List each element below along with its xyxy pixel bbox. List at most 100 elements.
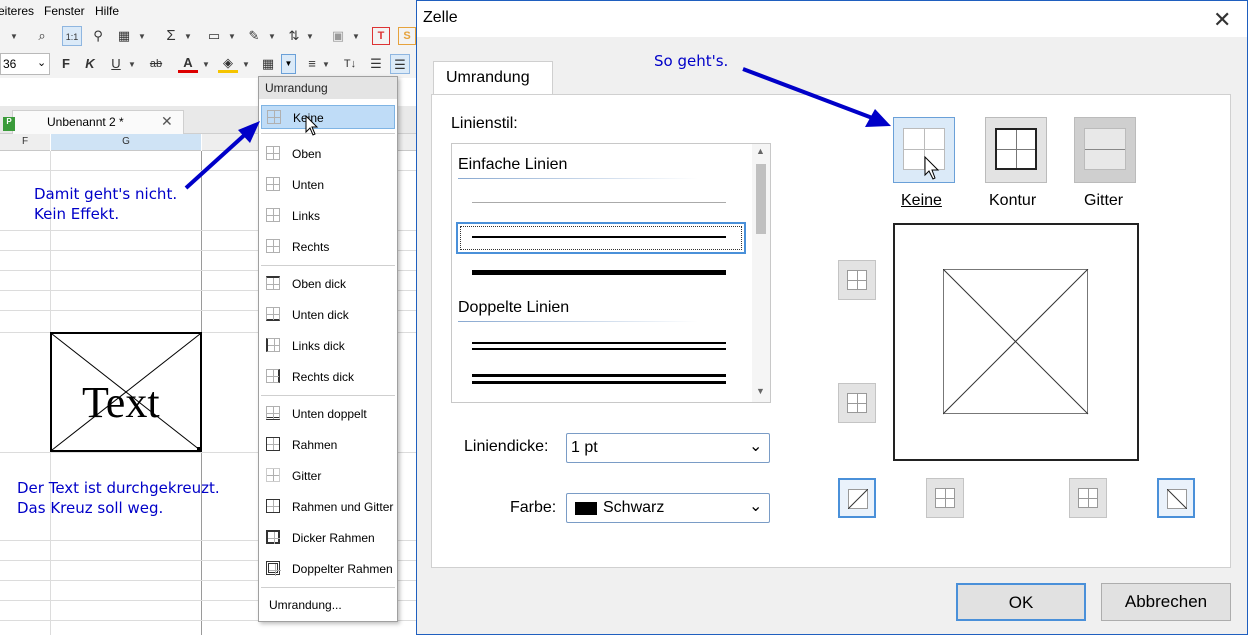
preset-outline-button[interactable] (985, 117, 1047, 183)
menu-item-rechts-dick[interactable]: Rechts dick (261, 365, 395, 389)
preset-grid-button[interactable] (1074, 117, 1136, 183)
border-horizontal-toggle[interactable] (1069, 478, 1107, 518)
diagonal-up-toggle[interactable] (838, 478, 876, 518)
menu-item-rechts[interactable]: Rechts (261, 235, 395, 259)
ok-button[interactable]: OK (956, 583, 1086, 621)
menu-item-links[interactable]: Links (261, 204, 395, 228)
chevron-down-icon[interactable]: ▼ (352, 32, 360, 41)
chevron-down-icon: ⌄ (37, 57, 47, 69)
text-box-icon[interactable]: T (372, 27, 390, 45)
menu-item-label: Gitter (292, 469, 322, 483)
scroll-up-icon[interactable]: ▲ (756, 146, 765, 156)
chevron-down-icon[interactable]: ▼ (138, 32, 146, 41)
menu-item-unten-doppelt[interactable]: Unten doppelt (261, 402, 395, 426)
menu-item-links-dick[interactable]: Links dick (261, 334, 395, 358)
shape-icon[interactable]: ▭ (204, 26, 224, 46)
edit-icon[interactable]: ✎ (244, 26, 264, 46)
diagonal-down-toggle[interactable] (1157, 478, 1195, 518)
border-preview[interactable] (893, 223, 1139, 461)
menu-item-rahmen[interactable]: Rahmen (261, 433, 395, 457)
border-top-toggle[interactable] (838, 260, 876, 300)
group-underline (458, 178, 698, 179)
border-inner-icon (847, 393, 867, 413)
line-style-hairline[interactable] (472, 202, 726, 203)
scrollbar[interactable]: ▲ ▼ (752, 144, 770, 402)
border-vertical-toggle[interactable] (926, 478, 964, 518)
chevron-down-icon[interactable]: ▼ (268, 32, 276, 41)
close-icon[interactable]: ✕ (161, 113, 173, 130)
borders-dropdown-button[interactable]: ▼ (281, 54, 296, 74)
menu-weiteres[interactable]: eiteres (0, 4, 34, 18)
menu-item-umrandung-dialog[interactable]: Umrandung... (261, 593, 395, 617)
border-middle-toggle[interactable] (838, 383, 876, 423)
align-left-icon[interactable]: ☰ (366, 54, 386, 74)
scrollbar-thumb[interactable] (756, 164, 766, 234)
menu-item-label: Rechts (292, 240, 330, 254)
sort-icon[interactable]: ⇅ (284, 26, 304, 46)
fill-handle[interactable] (197, 447, 202, 452)
chevron-down-icon[interactable]: ▼ (242, 60, 250, 69)
mouse-cursor-icon (924, 156, 940, 180)
chevron-down-icon[interactable]: ▼ (228, 32, 236, 41)
menu-item-doppelter-rahmen[interactable]: Doppelter Rahmen (261, 557, 395, 581)
group-underline (458, 321, 698, 322)
annotation-line: Der Text ist durchgekreuzt. (17, 479, 220, 497)
zoom-icon[interactable]: ⚲ (88, 26, 108, 46)
border-grid-icon (266, 468, 280, 482)
chevron-down-icon[interactable]: ▼ (184, 32, 192, 41)
table-icon[interactable]: ▦ (114, 26, 134, 46)
border-all-icon (266, 499, 280, 513)
preset-grid-label: Gitter (1084, 192, 1124, 209)
menu-item-oben[interactable]: Oben (261, 142, 395, 166)
text-direction-icon[interactable]: T↓ (340, 54, 360, 74)
scroll-down-icon[interactable]: ▼ (756, 386, 765, 396)
tab-umrandung[interactable]: Umrandung (433, 61, 553, 95)
menu-item-gitter[interactable]: Gitter (261, 464, 395, 488)
menu-item-rahmen-und-gitter[interactable]: Rahmen und Gitter (261, 495, 395, 519)
special-char-icon[interactable]: S (398, 27, 416, 45)
line-style-selected[interactable] (456, 222, 746, 254)
menu-item-dicker-rahmen[interactable]: Dicker Rahmen (261, 526, 395, 550)
font-color-icon[interactable]: A (178, 53, 198, 73)
menu-item-oben-dick[interactable]: Oben dick (261, 272, 395, 296)
menu-item-unten[interactable]: Unten (261, 173, 395, 197)
line-width-select[interactable]: 1 pt ⌄ (566, 433, 770, 463)
close-icon[interactable]: ✕ (1213, 7, 1231, 33)
document-tab[interactable]: P Unbenannt 2 * ✕ (3, 110, 184, 134)
annotation-line: Das Kreuz soll weg. (17, 499, 164, 517)
search-icon[interactable]: ⌕ (32, 26, 52, 46)
cancel-button[interactable]: Abbrechen (1101, 583, 1231, 621)
menu-hilfe[interactable]: Hilfe (95, 4, 119, 18)
chevron-down-icon[interactable]: ▼ (10, 32, 18, 41)
zoom-100-icon[interactable]: 1:1 (62, 26, 82, 46)
crossed-cell[interactable]: Text (50, 332, 202, 452)
chevron-down-icon[interactable]: ▼ (322, 60, 330, 69)
underline-button[interactable]: U (106, 54, 126, 74)
menu-item-unten-dick[interactable]: Unten dick (261, 303, 395, 327)
menu-fenster[interactable]: Fenster (44, 4, 85, 18)
bold-button[interactable]: F (56, 54, 76, 74)
border-style-icon[interactable]: ≡ (302, 54, 322, 74)
chevron-down-icon[interactable]: ▼ (306, 32, 314, 41)
image-icon[interactable]: ▣ (328, 26, 348, 46)
line-style-thick[interactable] (472, 270, 726, 275)
sum-icon[interactable]: Σ (161, 26, 181, 46)
borders-icon[interactable]: ▦ (258, 54, 278, 74)
highlight-icon[interactable]: ◈ (218, 53, 238, 73)
column-header-g[interactable]: G (51, 134, 201, 151)
menu-item-keine[interactable]: Keine (261, 105, 395, 129)
chevron-down-icon[interactable]: ▼ (128, 60, 136, 69)
line-style-double-thick[interactable] (472, 374, 726, 384)
font-size-box[interactable]: 36 ⌄ (0, 53, 50, 75)
italic-button[interactable]: K (80, 54, 100, 74)
dialog-title: Zelle (423, 9, 458, 26)
line-style-list[interactable]: Einfache Linien Doppelte Linien ▲ ▼ (451, 143, 771, 403)
align-center-icon[interactable]: ☰ (390, 54, 410, 74)
border-top-icon (266, 146, 280, 160)
chevron-down-icon[interactable]: ▼ (202, 60, 210, 69)
color-select[interactable]: Schwarz ⌄ (566, 493, 770, 523)
strikethrough-button[interactable]: ab (146, 54, 166, 74)
line-style-double[interactable] (472, 342, 726, 350)
preset-none-button[interactable] (893, 117, 955, 183)
column-header-f[interactable]: F (0, 134, 50, 151)
